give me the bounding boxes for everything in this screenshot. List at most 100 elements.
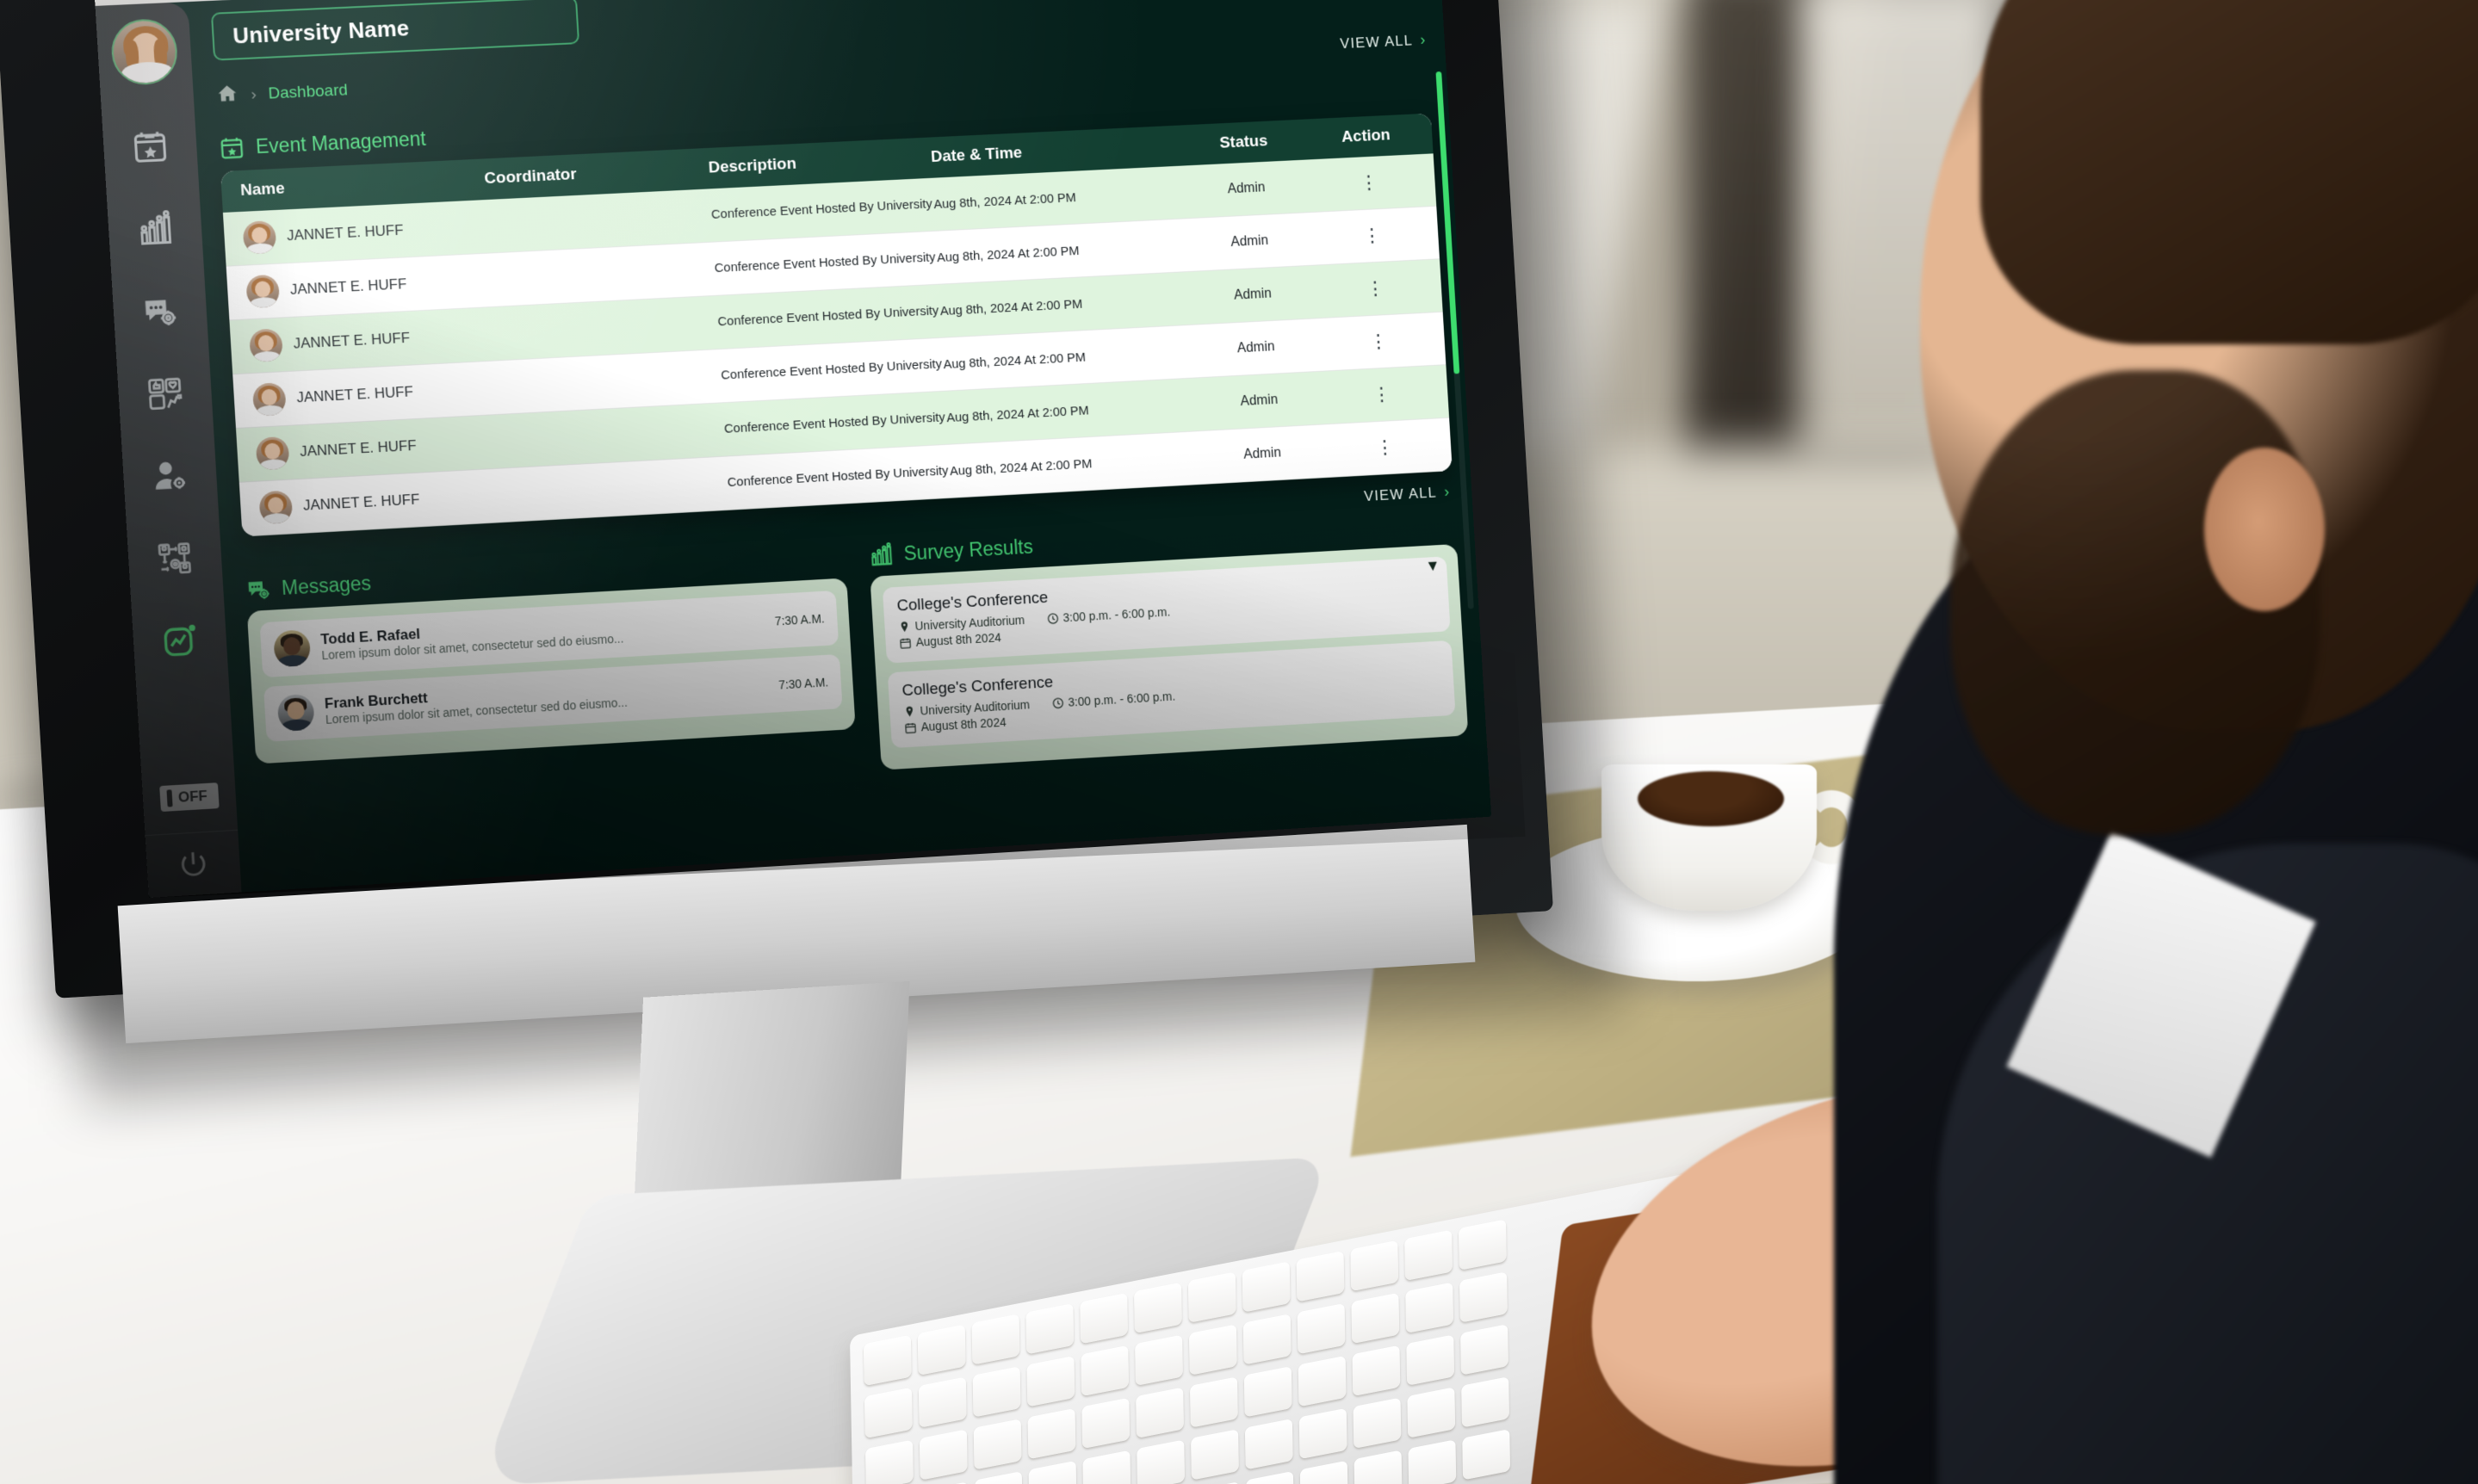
cell-coordinator (487, 215, 711, 226)
event-date: August 8th 2024 (904, 715, 1007, 735)
chevron-right-icon: › (1443, 482, 1452, 500)
main-content: University Name › Dashboard VIEW ALL › E… (188, 0, 1491, 893)
column-header-action[interactable]: Action (1317, 125, 1415, 148)
status-badge: Admin (1230, 233, 1269, 250)
app-window: File Edit Option Window Help (93, 0, 1492, 899)
power-button[interactable] (175, 846, 214, 887)
message-time: 7:30 A.M. (777, 675, 829, 692)
event-view-all-button[interactable]: VIEW ALL › (1364, 483, 1452, 505)
cell-description: Conference Event Hosted By University (714, 250, 936, 276)
sidebar-item-events[interactable] (125, 121, 176, 172)
avatar[interactable] (109, 17, 179, 87)
row-actions-button[interactable]: ⋮ (1323, 225, 1420, 246)
row-actions-button[interactable]: ⋮ (1321, 172, 1417, 194)
survey-list: ▼ College's Conference University Audito… (870, 543, 1469, 770)
breadcrumb: › Dashboard (215, 77, 349, 109)
row-name: JANNET E. HUFF (289, 275, 407, 298)
row-actions-button[interactable]: ⋮ (1330, 331, 1427, 353)
column-header-status[interactable]: Status (1168, 130, 1318, 156)
sidebar-item-users[interactable] (145, 451, 195, 502)
calendar-icon (904, 720, 917, 734)
breadcrumb-current[interactable]: Dashboard (268, 81, 348, 103)
sidebar-item-surveys[interactable] (130, 204, 181, 255)
column-header-description[interactable]: Description (708, 148, 932, 177)
column-header-name[interactable]: Name (240, 170, 486, 201)
cell-coordinator (497, 376, 721, 388)
avatar (258, 490, 294, 525)
chevron-down-icon[interactable]: ▼ (1425, 557, 1440, 575)
avatar (242, 220, 277, 255)
person-hair (1980, 0, 2478, 344)
row-actions-button[interactable]: ⋮ (1327, 278, 1423, 300)
location-pin-icon (906, 706, 914, 717)
avatar (273, 629, 312, 668)
event-date-label: August 8th 2024 (920, 714, 1007, 734)
event-table: Name Coordinator Description Date & Time… (220, 113, 1453, 537)
person-ear (2204, 448, 2325, 611)
cell-coordinator (500, 430, 724, 442)
sidebar-item-workflow[interactable] (150, 533, 201, 584)
calendar-icon (899, 636, 912, 650)
column-header-coordinator[interactable]: Coordinator (484, 159, 709, 189)
cell-name: JANNET E. HUFF (245, 263, 492, 309)
cell-name: JANNET E. HUFF (255, 425, 502, 471)
cell-name: JANNET E. HUFF (258, 479, 505, 525)
sidebar-item-feedback[interactable] (139, 368, 190, 419)
avatar (245, 274, 281, 309)
row-name: JANNET E. HUFF (302, 491, 420, 514)
cell-description: Conference Event Hosted By University (710, 196, 933, 223)
avatar (251, 382, 287, 417)
messages-title: Messages (281, 571, 372, 599)
row-actions-button[interactable]: ⋮ (1333, 384, 1429, 406)
coffee-liquid (1638, 771, 1784, 826)
event-date-label: August 8th 2024 (915, 630, 1002, 649)
sidebar-item-analytics[interactable] (154, 615, 205, 666)
cell-datetime: Aug 8th, 2024 At 2:00 PM (943, 349, 1087, 372)
row-name: JANNET E. HUFF (286, 221, 405, 244)
page-title: University Name (232, 14, 411, 49)
photo-scene: File Edit Option Window Help (0, 0, 2478, 1484)
power-toggle[interactable]: OFF (159, 782, 220, 813)
avatar (255, 436, 290, 471)
survey-title: Survey Results (902, 535, 1034, 565)
avatar (276, 693, 315, 732)
cell-coordinator (504, 483, 728, 495)
cell-name: JANNET E. HUFF (249, 318, 495, 363)
row-name: JANNET E. HUFF (299, 436, 418, 461)
analytics-pulse-icon (164, 625, 196, 657)
column-header-datetime[interactable]: Date & Time (930, 137, 1169, 167)
power-toggle-label: OFF (177, 787, 208, 806)
home-icon[interactable] (215, 82, 240, 109)
status-badge: Admin (1236, 339, 1275, 356)
sidebar-divider (145, 829, 239, 837)
app-title-box[interactable]: University Name (210, 0, 580, 61)
status-badge: Admin (1227, 180, 1266, 197)
status-badge: Admin (1242, 445, 1282, 462)
messages-panel: Messages Todd E. Rafael Lorem ipsum dolo… (245, 544, 858, 807)
breadcrumb-separator: › (250, 84, 257, 104)
sidebar-footer: OFF (142, 782, 241, 898)
row-name: JANNET E. HUFF (293, 329, 411, 352)
sidebar-items (125, 121, 206, 666)
cell-datetime: Aug 8th, 2024 At 2:00 PM (932, 189, 1077, 212)
cell-datetime: Aug 8th, 2024 At 2:00 PM (939, 296, 1083, 318)
sidebar-item-messages[interactable] (134, 286, 185, 337)
row-actions-button[interactable]: ⋮ (1336, 436, 1433, 459)
calendar-star-icon (221, 138, 244, 159)
header-view-all-button[interactable]: VIEW ALL › (1340, 31, 1428, 53)
calendar-star-icon (133, 132, 167, 163)
row-name: JANNET E. HUFF (295, 383, 414, 406)
user-gear-icon (156, 462, 186, 490)
survey-panel: Survey Results ▼ College's Conference Un… (868, 510, 1469, 770)
cell-description: Conference Event Hosted By University (723, 410, 946, 437)
table-body: JANNET E. HUFF Conference Event Hosted By… (222, 153, 1453, 537)
toggle-bar (166, 789, 173, 807)
status-badge: Admin (1240, 393, 1279, 409)
header-view-all-label: VIEW ALL (1339, 32, 1414, 52)
status-badge: Admin (1233, 286, 1273, 303)
event-date: August 8th 2024 (899, 630, 1001, 649)
cell-name: JANNET E. HUFF (242, 210, 488, 255)
workflow-nodes-icon (158, 542, 192, 574)
message-time: 7:30 A.M. (774, 611, 826, 628)
clock-icon (1051, 696, 1064, 710)
